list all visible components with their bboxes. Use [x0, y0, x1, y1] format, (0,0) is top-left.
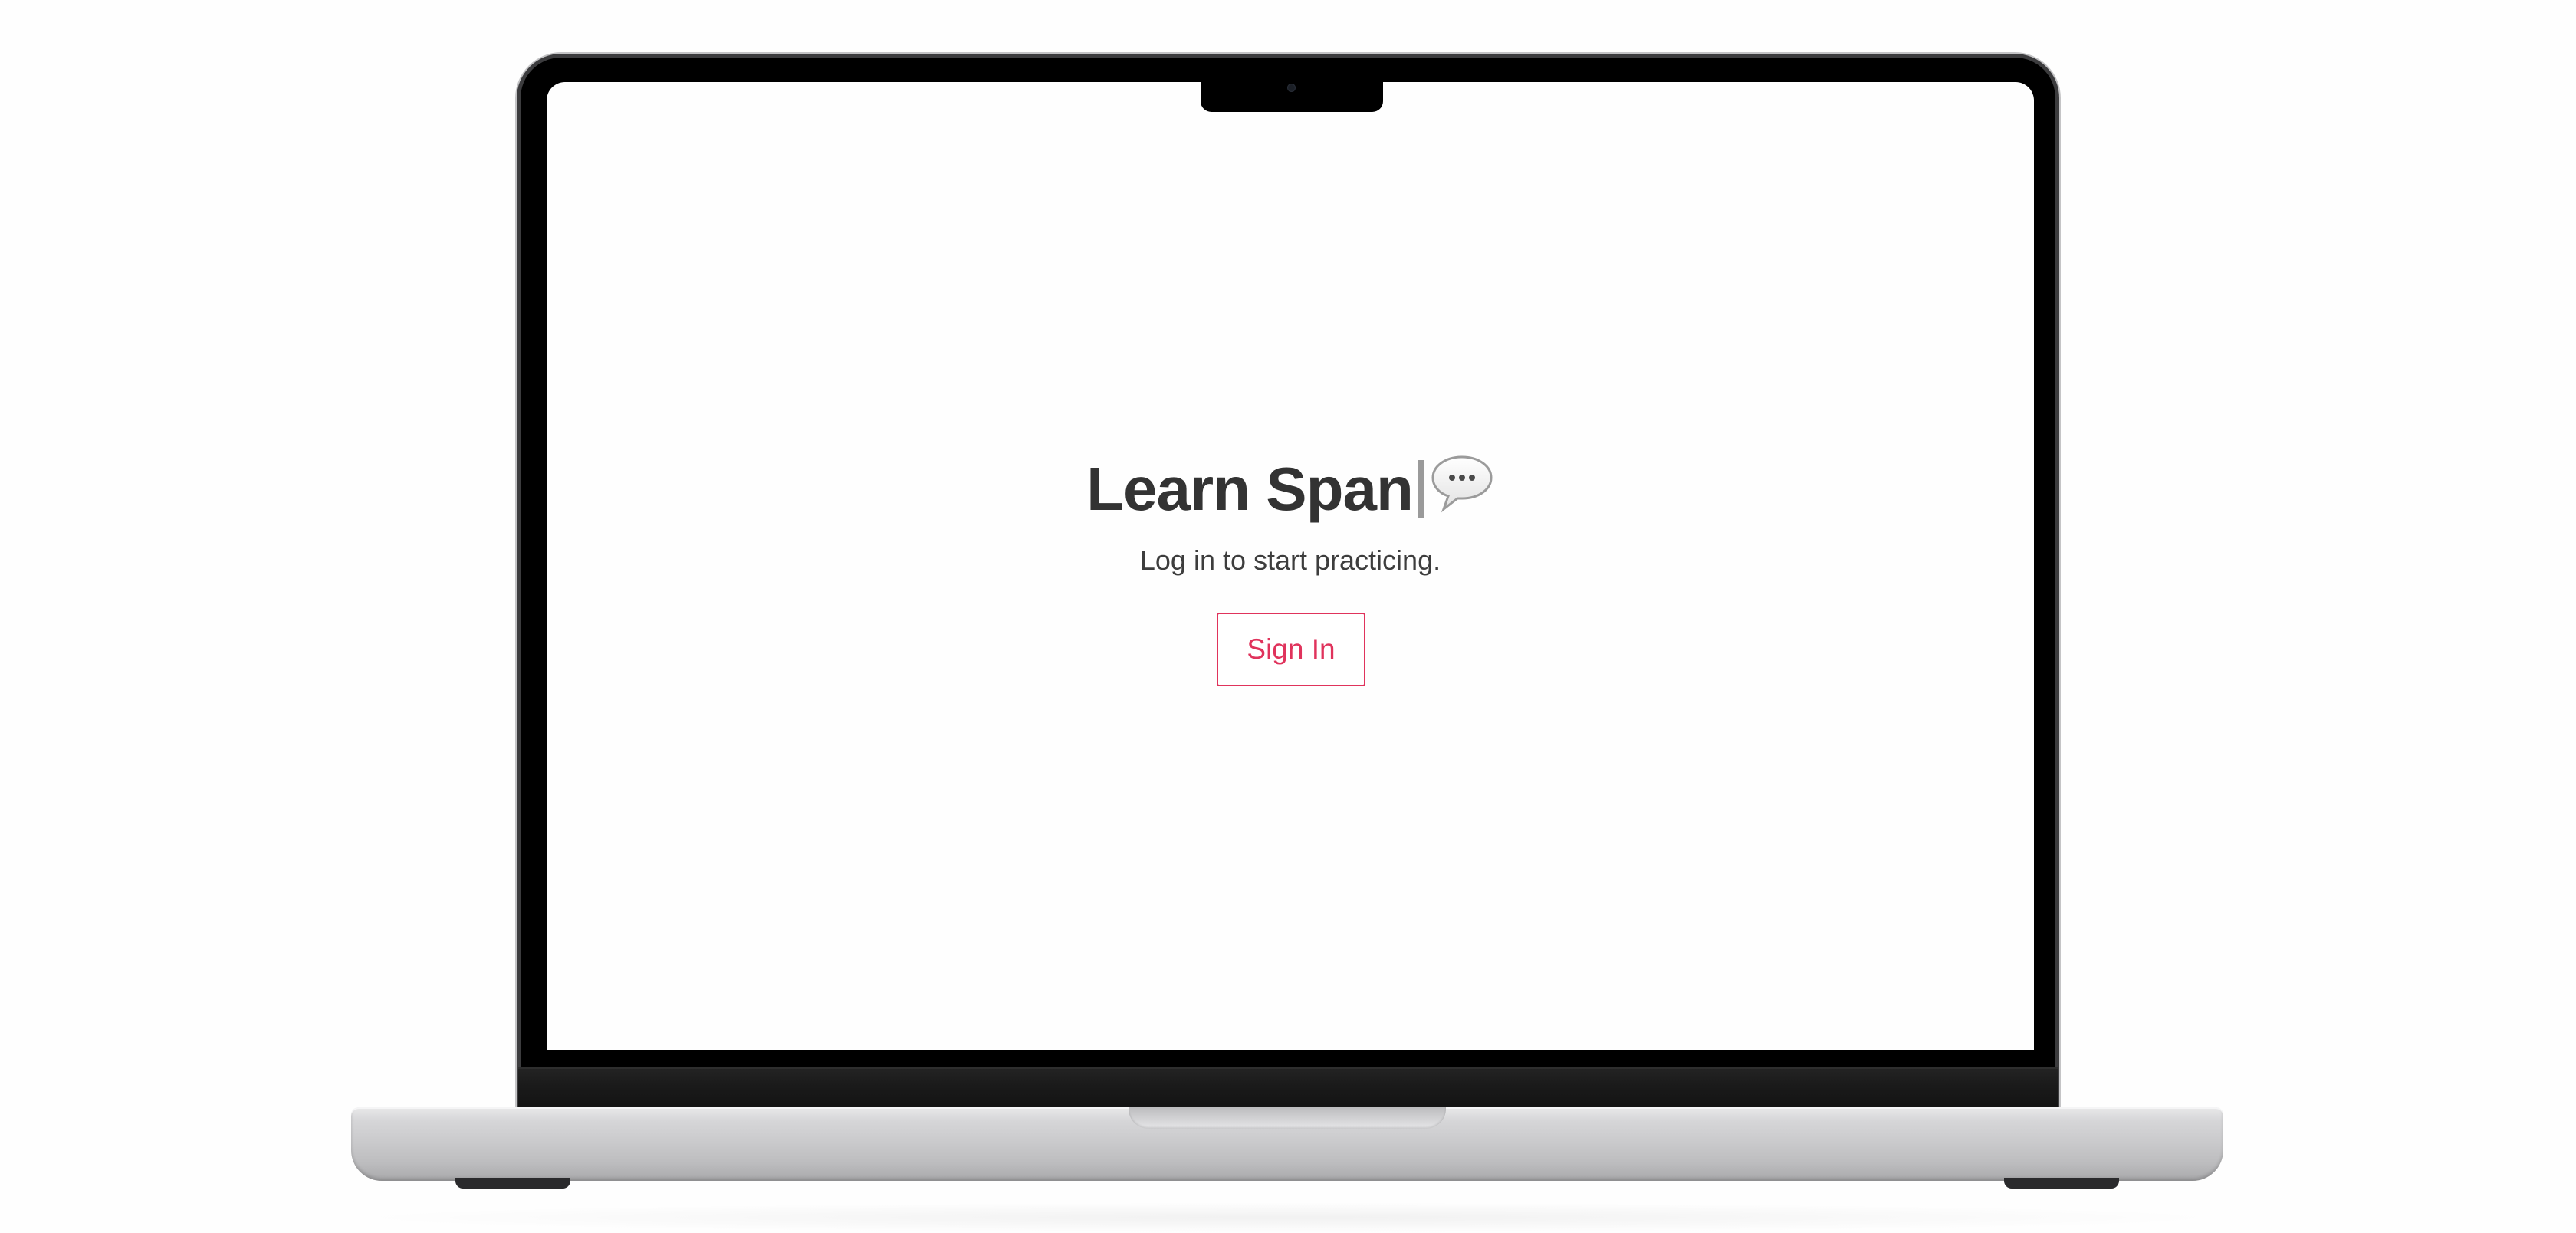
sign-in-button[interactable]: Sign In — [1217, 613, 1365, 686]
page-subtitle: Log in to start practicing. — [1139, 544, 1441, 576]
camera-icon — [1287, 84, 1296, 92]
laptop-foot-right — [2004, 1178, 2119, 1189]
login-page: Learn Span Log in to start practicing. S… — [547, 82, 2034, 1050]
lid-opening-notch — [1129, 1107, 1446, 1129]
laptop-base — [351, 1107, 2223, 1181]
text-cursor — [1417, 460, 1424, 518]
title-row: Learn Span — [547, 447, 2034, 531]
laptop-lid: Learn Span Log in to start practicing. S… — [517, 54, 2059, 1112]
app-title: Learn Span — [1086, 455, 1414, 523]
laptop-hinge — [518, 1067, 2058, 1112]
device-mockup: Learn Span Log in to start practicing. S… — [0, 0, 2576, 1233]
laptop-foot-left — [455, 1178, 570, 1189]
laptop-screen: Learn Span Log in to start practicing. S… — [547, 82, 2034, 1050]
floor-shadow — [330, 1202, 2246, 1233]
camera-notch — [1201, 77, 1383, 112]
speech-bubble-ellipsis-icon — [1431, 455, 1493, 513]
